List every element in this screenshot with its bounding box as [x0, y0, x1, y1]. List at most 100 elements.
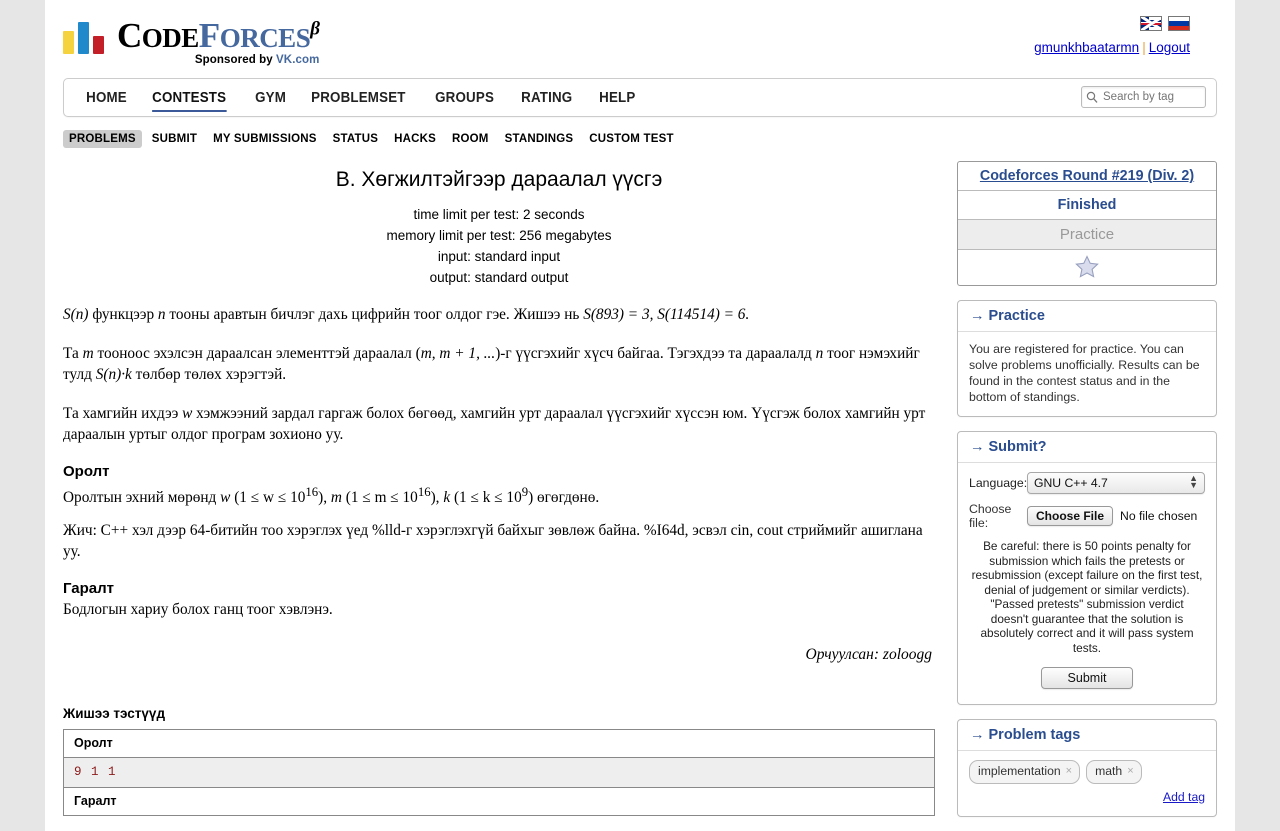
- math-cost: S(n)·k: [95, 366, 132, 383]
- logo-text: CODEFORCESβ Sponsored by VK.com: [117, 16, 320, 67]
- p1-text-d: тооны аравтын бичлэг дахь цифрийн тоог о…: [165, 306, 584, 323]
- p2-text-i: төлбөр төлөх хэрэгтэй.: [131, 366, 287, 383]
- math-sequence: m, m + 1, ...: [420, 345, 496, 362]
- sponsor-prefix: Sponsored by: [194, 54, 277, 66]
- submit-box-body: Language: GNU C++ 4.7 ▲ ▼ Choose file: Ch…: [958, 463, 1216, 704]
- search-icon: [1086, 91, 1098, 103]
- tag-item[interactable]: math ×: [1086, 760, 1142, 784]
- file-row: Choose file: Choose File No file chosen: [969, 502, 1205, 530]
- tags-title-text: Problem tags: [988, 727, 1081, 743]
- nav-item-problemset[interactable]: PROBLEMSET: [301, 82, 416, 114]
- site-header: CODEFORCESβ Sponsored by VK.com gmunkhba…: [45, 0, 1235, 78]
- logo-code-initial: C: [117, 16, 142, 55]
- codeforces-logo[interactable]: CODEFORCESβ Sponsored by VK.com: [63, 16, 320, 67]
- submit-box-title: → Submit?: [958, 432, 1216, 463]
- tab-hacks[interactable]: HACKS: [388, 130, 442, 148]
- tab-standings[interactable]: STANDINGS: [499, 130, 580, 148]
- input-lead: Оролтын эхний мөрөнд: [63, 489, 221, 507]
- input-section-text: Оролтын эхний мөрөнд w (1 ≤ w ≤ 1016), m…: [63, 482, 935, 508]
- spinner-arrows-icon: ▲ ▼: [1189, 473, 1198, 490]
- logo-forces-initial: F: [198, 16, 220, 55]
- tab-status[interactable]: STATUS: [327, 130, 385, 148]
- user-links: gmunkhbaatarmn | Logout: [1034, 40, 1190, 55]
- math-var-w: w: [220, 489, 231, 507]
- practice-box-text: You are registered for practice. You can…: [969, 342, 1200, 404]
- language-selected-value: GNU C++ 4.7: [1034, 475, 1108, 490]
- remove-tag-icon[interactable]: ×: [1127, 763, 1133, 780]
- submit-title-text: Submit?: [988, 439, 1047, 455]
- p2-text-a: Та: [63, 345, 83, 362]
- output-spec: output: standard output: [429, 270, 569, 285]
- arrow-right-icon: →: [970, 308, 985, 324]
- exp-w: 16: [305, 485, 319, 499]
- nav-item-groups[interactable]: GROUPS: [425, 82, 504, 114]
- main-nav-list: HOME CONTESTS GYM PROBLEMSET GROUPS RATI…: [64, 79, 1216, 116]
- add-tag-link[interactable]: Add tag: [1163, 790, 1205, 804]
- input-spec: input: standard input: [437, 249, 561, 264]
- statement-paragraph-1: S(n) функцээр n тооны аравтын бичлэг дах…: [63, 304, 935, 325]
- submit-button[interactable]: Submit: [1040, 667, 1134, 689]
- star-icon[interactable]: [1075, 255, 1099, 278]
- page-container: CODEFORCESβ Sponsored by VK.com gmunkhba…: [45, 0, 1235, 831]
- user-separator: |: [1142, 40, 1146, 55]
- russia-flag-icon[interactable]: [1168, 16, 1190, 31]
- submit-box: → Submit? Language: GNU C++ 4.7 ▲ ▼ Choose…: [957, 431, 1217, 705]
- logo-bars-icon: [63, 22, 108, 54]
- language-select[interactable]: GNU C++ 4.7 ▲ ▼: [1027, 472, 1205, 494]
- contest-subtabs: PROBLEMS SUBMIT MY SUBMISSIONS STATUS HA…: [63, 129, 1217, 149]
- p3-text-c: хэмжээний зардал гаргаж болох бөгөөд, ха…: [63, 405, 926, 443]
- tab-room[interactable]: ROOM: [446, 130, 495, 148]
- tag-label: implementation: [978, 764, 1061, 778]
- output-section-heading: Гаралт: [63, 580, 115, 598]
- search-box[interactable]: [1081, 86, 1206, 108]
- arrow-right-icon-submit: →: [970, 439, 985, 455]
- practice-box-title: → Practice: [958, 301, 1216, 332]
- tags-list: implementation × math ×: [969, 760, 1205, 784]
- cond-w-end: ),: [318, 489, 331, 507]
- problem-title: B. Хөгжилтэйгээр дараалал үүсгэ: [335, 168, 663, 191]
- tags-box-body: implementation × math × Add tag: [958, 751, 1216, 816]
- contest-status: Finished: [958, 191, 1216, 220]
- no-file-chosen-text: No file chosen: [1120, 508, 1198, 523]
- tab-my-submissions[interactable]: MY SUBMISSIONS: [207, 130, 323, 148]
- math-n: n: [157, 306, 166, 323]
- submit-warning-text: Be careful: there is 50 points penalty f…: [971, 539, 1203, 655]
- nav-item-contests[interactable]: CONTESTS: [142, 82, 236, 114]
- submit-button-wrap: Submit: [969, 667, 1205, 693]
- tag-item[interactable]: implementation ×: [969, 760, 1081, 784]
- math-var-k: k: [443, 489, 451, 507]
- contest-favourite-row[interactable]: [958, 250, 1216, 285]
- contest-name-link[interactable]: Codeforces Round #219 (Div. 2): [980, 168, 1194, 184]
- logo-code-rest: ODE: [141, 23, 200, 53]
- username-link[interactable]: gmunkhbaatarmn: [1034, 40, 1139, 55]
- problem-tags-box: → Problem tags implementation × math × Add …: [957, 719, 1217, 817]
- nav-item-home[interactable]: HOME: [76, 82, 137, 114]
- logout-link[interactable]: Logout: [1149, 40, 1190, 55]
- contest-info-box: Codeforces Round #219 (Div. 2) Finished …: [957, 161, 1217, 286]
- tab-problems[interactable]: PROBLEMS: [63, 130, 142, 148]
- p2-text-c: тооноос эхэлсэн дараалсан элементтэй дар…: [93, 345, 421, 362]
- choose-file-button[interactable]: Choose File: [1027, 506, 1114, 526]
- cond-w: (1 ≤ w ≤ 10: [234, 489, 306, 507]
- language-flags: [1140, 16, 1190, 31]
- content-area: B. Хөгжилтэйгээр дараалал үүсгэ time lim…: [63, 161, 1217, 831]
- cond-m-end: ),: [430, 489, 444, 507]
- nav-item-gym[interactable]: GYM: [245, 82, 296, 114]
- nav-item-help[interactable]: HELP: [589, 82, 646, 114]
- math-s-n: S(n): [63, 306, 89, 323]
- nav-item-rating[interactable]: RATING: [511, 82, 582, 114]
- tab-custom-test[interactable]: CUSTOM TEST: [583, 130, 679, 148]
- tab-submit[interactable]: SUBMIT: [146, 130, 203, 148]
- cond-m: (1 ≤ m ≤ 10: [345, 489, 418, 507]
- note-paragraph: Жич: C++ хэл дээр 64-битийн тоо хэрэглэх…: [63, 522, 923, 561]
- samples-heading: Жишээ тэстүүд: [63, 706, 166, 722]
- search-input[interactable]: [1101, 90, 1197, 104]
- math-var-m: m: [330, 489, 342, 507]
- math-m: m: [82, 345, 94, 362]
- sponsor-name[interactable]: VK.com: [276, 54, 319, 66]
- cond-k-end: ) өгөгдөнө.: [528, 489, 600, 507]
- contest-name-row: Codeforces Round #219 (Div. 2): [958, 162, 1216, 191]
- uk-flag-icon[interactable]: [1140, 16, 1162, 31]
- remove-tag-icon[interactable]: ×: [1066, 763, 1072, 780]
- math-w: w: [182, 405, 193, 422]
